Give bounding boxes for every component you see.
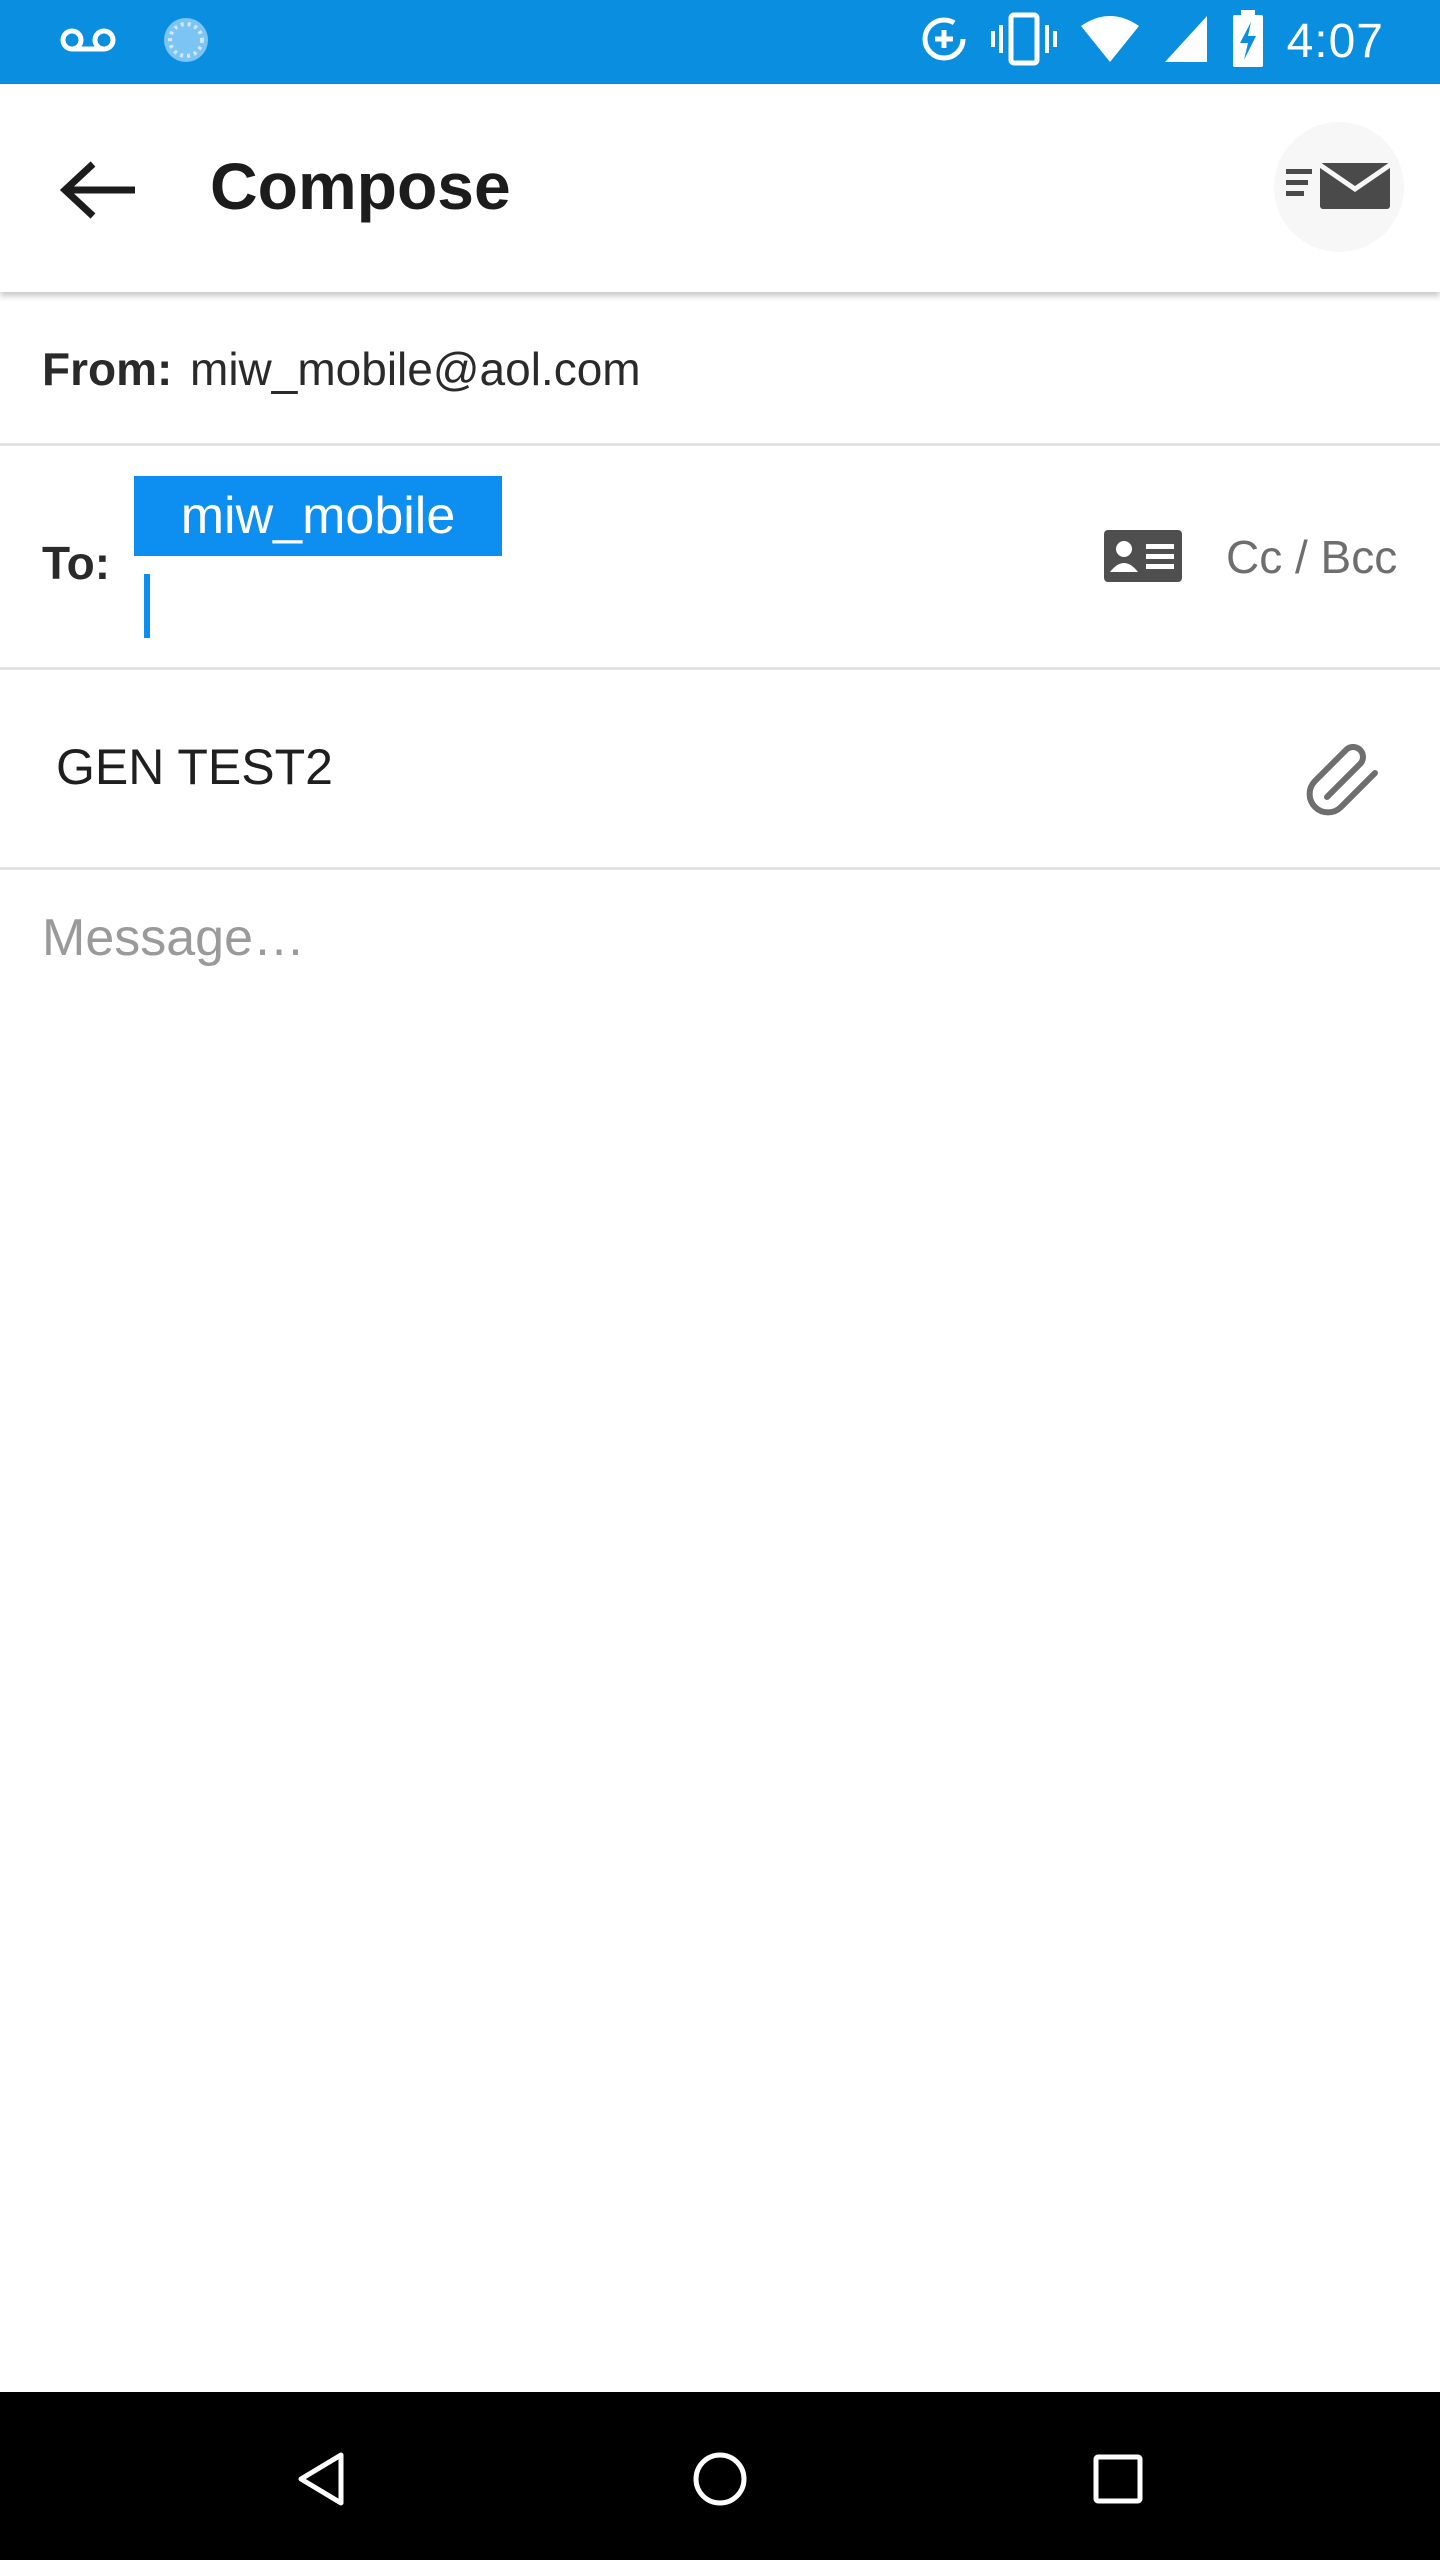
recents-square-icon: [1088, 2449, 1148, 2514]
battery-charging-icon: [1231, 10, 1265, 73]
send-button[interactable]: [1274, 122, 1404, 252]
send-mail-icon: [1284, 155, 1394, 220]
data-saver-icon: [919, 14, 969, 69]
loading-icon: [160, 14, 212, 71]
contacts-button[interactable]: [1104, 529, 1182, 587]
cellular-signal-icon: [1163, 14, 1209, 69]
from-label: From:: [42, 343, 173, 395]
message-area: [0, 870, 1440, 2392]
wifi-icon: [1079, 14, 1141, 69]
to-row: To: miw_mobile Cc / Bcc: [0, 446, 1440, 670]
cc-bcc-button[interactable]: Cc / Bcc: [1226, 530, 1397, 584]
contact-card-icon: [1104, 529, 1182, 587]
from-row: From: miw_mobile@aol.com: [0, 292, 1440, 446]
home-circle-icon: [690, 2449, 750, 2514]
nav-back-button[interactable]: [276, 2436, 366, 2526]
voicemail-icon: [60, 26, 116, 59]
back-triangle-icon: [291, 2449, 351, 2514]
to-label: To:: [42, 537, 111, 589]
message-input[interactable]: [42, 908, 1398, 2348]
status-right-icons: 4:07: [919, 10, 1384, 73]
from-address[interactable]: miw_mobile@aol.com: [190, 342, 641, 396]
status-time: 4:07: [1286, 15, 1384, 68]
status-bar: 4:07: [0, 0, 1440, 84]
vibrate-icon: [990, 11, 1057, 72]
back-button[interactable]: [44, 142, 154, 242]
app-bar: Compose: [0, 84, 1440, 292]
subject-input[interactable]: [56, 732, 1256, 802]
arrow-back-icon: [59, 160, 139, 225]
status-left-icons: [60, 14, 212, 71]
system-nav-bar: [0, 2392, 1440, 2560]
nav-home-button[interactable]: [675, 2436, 765, 2526]
to-input-caret[interactable]: [144, 574, 150, 638]
page-title: Compose: [210, 149, 511, 223]
attach-button[interactable]: [1296, 726, 1392, 822]
recipient-chip[interactable]: miw_mobile: [134, 476, 502, 556]
paperclip-icon: [1299, 727, 1389, 822]
nav-recents-button[interactable]: [1073, 2436, 1163, 2526]
subject-row: [0, 670, 1440, 870]
